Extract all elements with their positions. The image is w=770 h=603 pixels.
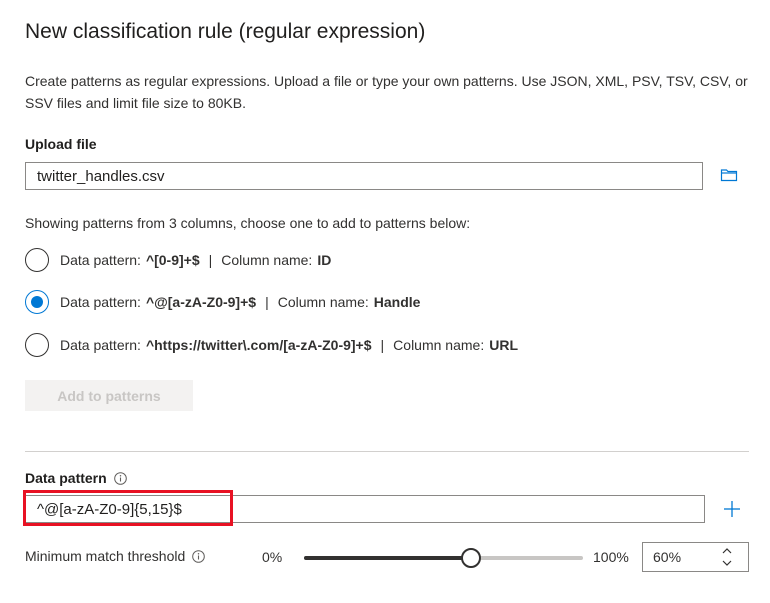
option-column-prefix: Column name: [277,294,369,310]
slider-fill [304,556,472,560]
option-column-name: Handle [373,294,421,310]
option-pattern: ^[0-9]+$ [145,252,200,268]
pattern-option-id[interactable]: Data pattern: ^[0-9]+$ | Column name: ID [25,248,331,272]
option-prefix: Data pattern: [60,337,141,353]
description: Create patterns as regular expressions. … [25,73,748,111]
page-title: New classification rule (regular express… [25,20,426,43]
option-separator: | [265,294,269,310]
radio-button-selected[interactable] [25,290,49,314]
option-column-name: ID [317,252,332,268]
chevron-up-icon[interactable] [720,545,734,557]
option-column-name: URL [489,337,518,353]
info-icon[interactable] [113,471,127,485]
option-separator: | [208,252,213,268]
radio-button[interactable] [25,248,49,272]
threshold-label-row: Minimum match threshold [25,548,206,564]
pattern-option-url[interactable]: Data pattern: ^https://twitter\.com/[a-z… [25,333,518,357]
add-to-patterns-button[interactable]: Add to patterns [25,380,193,411]
slider-max-label: 100% [593,549,629,565]
slider-min-label: 0% [262,549,283,565]
chevron-down-icon[interactable] [720,557,734,569]
option-prefix: Data pattern: [60,252,141,268]
option-separator: | [380,337,385,353]
plus-icon[interactable] [722,499,742,519]
info-icon[interactable] [192,549,206,563]
folder-icon[interactable] [720,166,738,184]
threshold-spin-button[interactable]: 60% [642,542,749,572]
data-pattern-input[interactable]: ^@[a-zA-Z0-9]{5,15}$ [25,495,705,523]
upload-file-value: twitter_handles.csv [37,167,165,185]
spin-controls [720,545,734,569]
upload-file-label: Upload file [25,136,97,152]
upload-file-input[interactable]: twitter_handles.csv [25,162,703,190]
data-pattern-value: ^@[a-zA-Z0-9]{5,15}$ [37,500,182,518]
option-column-prefix: Column name: [393,337,485,353]
option-prefix: Data pattern: [60,294,141,310]
divider [25,451,749,452]
threshold-slider[interactable] [304,548,583,568]
pattern-option-handle[interactable]: Data pattern: ^@[a-zA-Z0-9]+$ | Column n… [25,290,420,314]
option-pattern: ^https://twitter\.com/[a-zA-Z0-9]+$ [145,337,372,353]
radio-button[interactable] [25,333,49,357]
option-pattern: ^@[a-zA-Z0-9]+$ [145,294,257,310]
data-pattern-label-row: Data pattern [25,470,127,486]
slider-thumb[interactable] [461,548,482,568]
threshold-spin-value: 60% [653,549,682,565]
threshold-label: Minimum match threshold [25,548,186,564]
data-pattern-label: Data pattern [25,470,107,486]
showing-patterns-text: Showing patterns from 3 columns, choose … [25,215,471,231]
option-column-prefix: Column name: [221,252,313,268]
